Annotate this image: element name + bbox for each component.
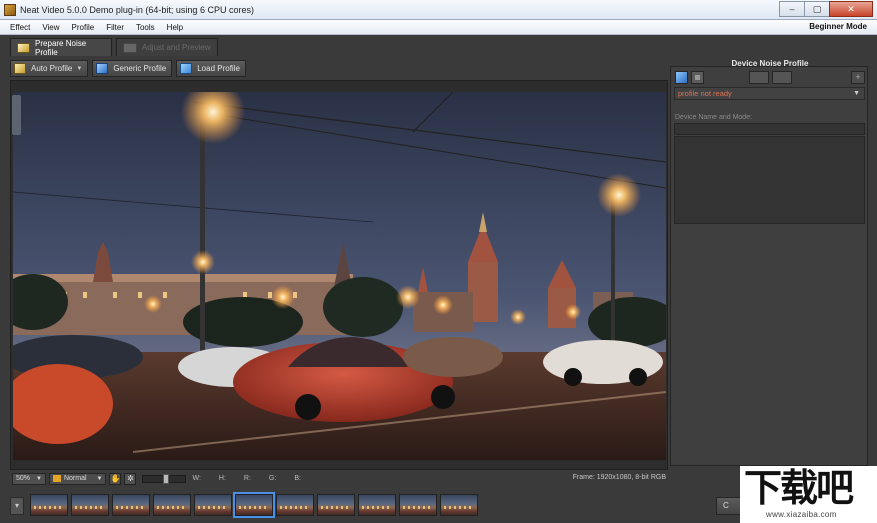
frame-thumbnail[interactable] <box>399 494 437 516</box>
frame-thumbnail[interactable] <box>317 494 355 516</box>
device-notes-field[interactable] <box>674 136 865 224</box>
frame-thumbnail[interactable] <box>233 492 275 518</box>
thumbnail-list <box>30 492 481 518</box>
dropdown-arrow-icon: ▼ <box>36 475 42 482</box>
frame-thumbnail[interactable] <box>276 494 314 516</box>
minimize-button[interactable]: – <box>779 1 805 17</box>
auto-profile-button[interactable]: Auto Profile ▼ <box>10 60 89 77</box>
brightness-slider[interactable] <box>142 473 187 484</box>
frame-thumbnail[interactable] <box>30 494 68 516</box>
red-label: R: <box>243 475 251 482</box>
maximize-button[interactable]: ▢ <box>804 1 830 17</box>
height-label: H: <box>218 475 226 482</box>
night-street-scene <box>13 92 666 460</box>
video-preview-image[interactable] <box>13 92 666 460</box>
tab-adjust-and-preview[interactable]: Adjust and Preview <box>116 38 218 56</box>
preview-icon <box>123 42 137 53</box>
device-noise-profile-panel: Device Noise Profile + profile not ready… <box>670 59 868 466</box>
menu-view[interactable]: View <box>42 23 59 32</box>
window-title: Neat Video 5.0.0 Demo plug-in (64-bit; u… <box>20 4 254 15</box>
thumbnail-lights <box>239 506 269 509</box>
settings-icon[interactable] <box>772 71 792 84</box>
generic-profile-label: Generic Profile <box>113 64 167 73</box>
preview-statusbar: 50% ▼ Normal ▼ ✋ ✲ W: H: R: G: B: Frame:… <box>12 471 668 486</box>
check-icon[interactable] <box>749 71 769 84</box>
tab-strip: Prepare Noise Profile Adjust and Preview <box>0 35 877 58</box>
frame-info: Frame: 1920x1080, 8-bit RGB <box>572 474 666 481</box>
mode-toggle[interactable]: Beginner Mode <box>809 22 867 31</box>
thumbnail-lights <box>157 506 187 509</box>
noise-profile-icon <box>17 42 31 53</box>
frame-thumbnail[interactable] <box>194 494 232 516</box>
open-profile-icon[interactable] <box>675 71 688 84</box>
load-profile-label: Load Profile <box>197 64 240 73</box>
generic-profile-icon <box>96 63 109 74</box>
auto-profile-icon <box>14 63 26 74</box>
panel-title: Device Noise Profile <box>731 59 809 68</box>
slider-knob[interactable] <box>163 473 170 484</box>
hand-tool-icon[interactable]: ✋ <box>109 472 122 485</box>
thumbnail-lights <box>75 506 105 509</box>
thumbnail-lights <box>34 506 64 509</box>
filmstrip-menu-button[interactable]: ▾ <box>10 497 24 515</box>
dropdown-arrow-icon[interactable]: ▼ <box>76 66 82 72</box>
green-label: G: <box>268 475 277 482</box>
thumbnail-lights <box>198 506 228 509</box>
panel-toolbar: + <box>675 71 865 85</box>
close-button[interactable]: ✕ <box>829 1 873 17</box>
frame-thumbnail[interactable] <box>358 494 396 516</box>
title-bar: Neat Video 5.0.0 Demo plug-in (64-bit; u… <box>0 0 877 20</box>
sun-icon[interactable]: ✲ <box>124 472 137 485</box>
save-profile-icon[interactable] <box>691 71 704 84</box>
dropdown-arrow-icon: ▼ <box>853 90 860 97</box>
app-icon <box>4 3 16 16</box>
menu-filter[interactable]: Filter <box>106 23 124 32</box>
window-controls: – ▢ ✕ <box>779 1 873 17</box>
generic-profile-button[interactable]: Generic Profile <box>92 60 173 77</box>
thumbnail-lights <box>444 506 474 509</box>
thumbnail-lights <box>403 506 433 509</box>
menu-tools[interactable]: Tools <box>136 23 155 32</box>
thumbnail-lights <box>321 506 351 509</box>
plus-icon[interactable]: + <box>851 71 865 84</box>
watermark: 下载吧 www.xiazaiba.com <box>740 466 877 523</box>
dropdown-arrow-icon: ▼ <box>96 475 103 482</box>
side-panel-handle[interactable] <box>12 95 21 135</box>
thumbnail-lights <box>362 506 392 509</box>
profile-status: profile not ready <box>678 89 732 98</box>
profile-toolbar: Auto Profile ▼ Generic Profile Load Prof… <box>10 60 250 78</box>
frame-thumbnail[interactable] <box>71 494 109 516</box>
thumbnail-lights <box>116 506 146 509</box>
device-name-field[interactable] <box>674 123 865 135</box>
zoom-select[interactable]: 50% ▼ <box>12 472 46 485</box>
zoom-value: 50% <box>16 475 31 482</box>
blue-label: B: <box>294 475 301 482</box>
thumbnail-lights <box>280 506 310 509</box>
tab-label: Prepare Noise Profile <box>35 38 87 57</box>
frame-thumbnail[interactable] <box>440 494 478 516</box>
width-label: W: <box>192 475 201 482</box>
frame-thumbnail[interactable] <box>153 494 191 516</box>
auto-profile-label: Auto Profile <box>31 64 73 73</box>
frame-thumbnail[interactable] <box>112 494 150 516</box>
menu-profile[interactable]: Profile <box>72 23 95 32</box>
menu-effect[interactable]: Effect <box>10 23 30 32</box>
watermark-logo: 下载吧 <box>744 466 854 510</box>
blend-mode-value: Normal <box>63 475 87 482</box>
load-profile-button[interactable]: Load Profile <box>176 60 246 77</box>
profile-status-select[interactable]: profile not ready ▼ <box>674 87 865 100</box>
tab-prepare-noise-profile[interactable]: Prepare Noise Profile <box>10 38 112 57</box>
tab-label: Adjust and Preview <box>142 43 211 52</box>
watermark-url: www.xiazaiba.com <box>766 510 837 519</box>
folder-icon <box>180 63 193 74</box>
color-swatch-icon <box>52 475 61 482</box>
menu-bar: Effect View Profile Filter Tools Help Be… <box>0 20 877 35</box>
device-name-label: Device Name and Mode: <box>675 114 753 121</box>
blend-mode-select[interactable]: Normal ▼ <box>48 472 107 485</box>
menu-help[interactable]: Help <box>167 23 183 32</box>
